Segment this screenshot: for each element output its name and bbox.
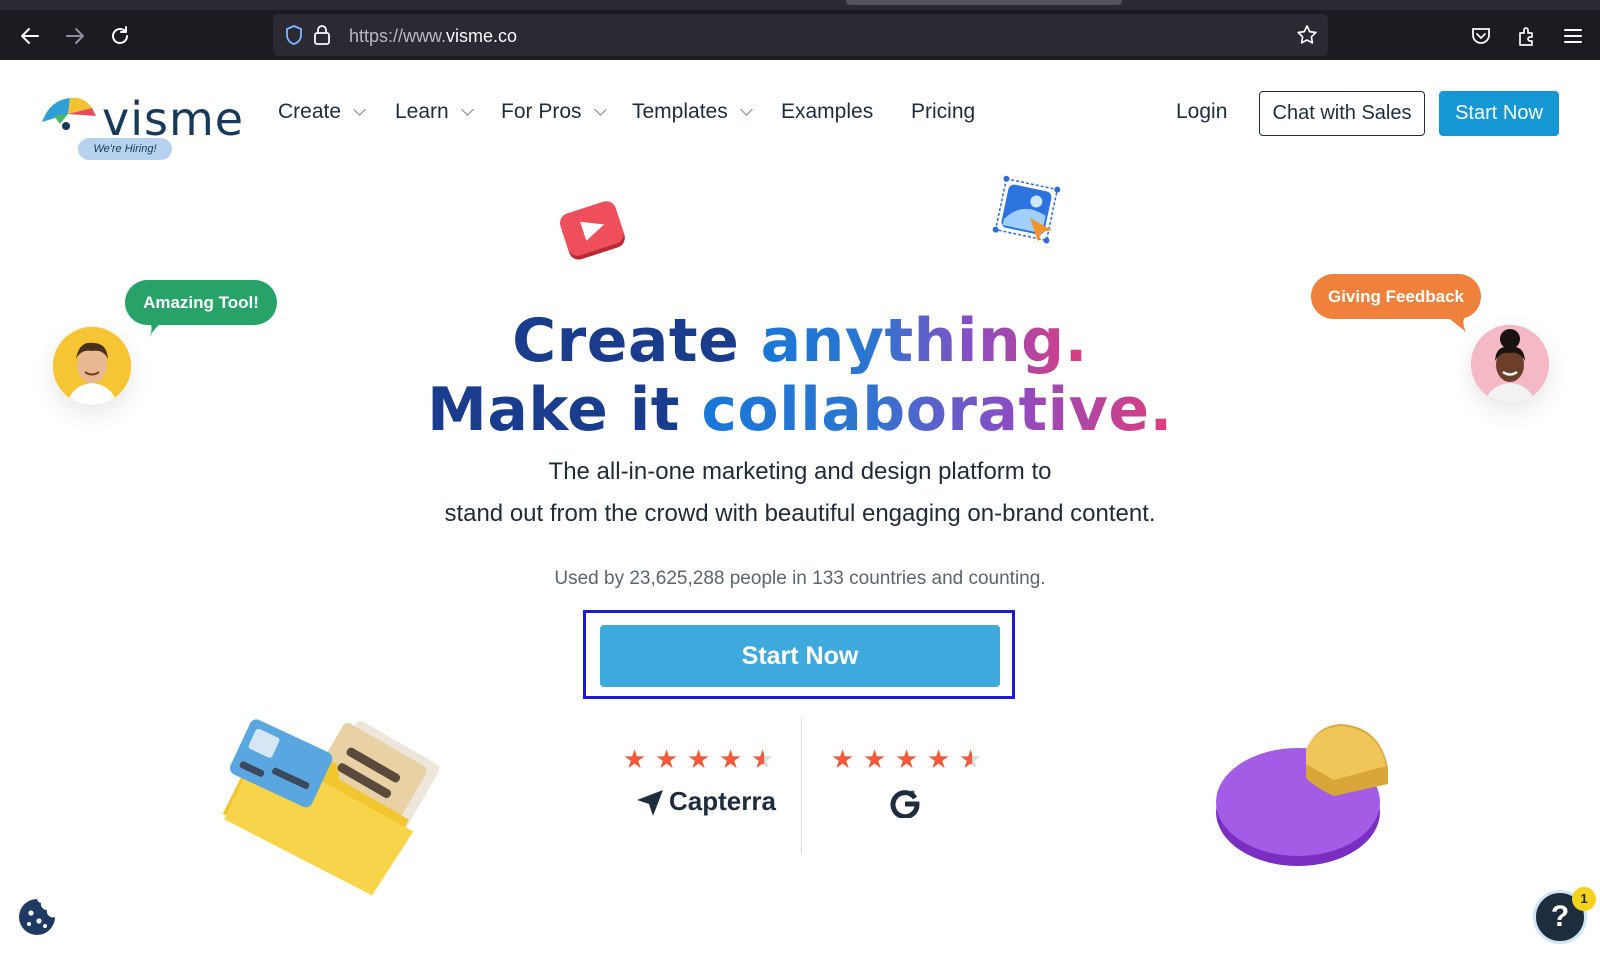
nav-for-pros[interactable]: For Pros — [501, 100, 607, 124]
reload-icon[interactable] — [105, 21, 135, 51]
cookie-settings-icon[interactable] — [17, 897, 57, 937]
pocket-icon[interactable] — [1466, 21, 1496, 51]
hero-subtitle-line1: The all-in-one marketing and design plat… — [548, 458, 1052, 485]
video-play-icon — [560, 201, 625, 260]
lock-icon[interactable] — [313, 24, 331, 51]
login-link[interactable]: Login — [1176, 100, 1227, 124]
url-prefix: https://www. — [349, 26, 447, 46]
pie-chart-icon — [1216, 724, 1388, 866]
image-cursor-icon — [992, 175, 1061, 244]
chevron-down-icon — [353, 103, 366, 116]
nav-examples-label: Examples — [781, 100, 874, 123]
help-notification-badge: 1 — [1572, 887, 1596, 911]
half-star-icon: ★ — [958, 744, 983, 774]
usage-stats: Used by 23,625,288 people in 133 countri… — [554, 568, 1046, 589]
nav-templates[interactable]: Templates — [632, 100, 753, 124]
menu-icon[interactable] — [1558, 21, 1588, 51]
nav-pricing[interactable]: Pricing — [911, 100, 975, 124]
star-icon: ★ — [622, 744, 647, 774]
start-now-nav-button[interactable]: Start Now — [1439, 91, 1559, 136]
svg-text:2: 2 — [910, 789, 915, 799]
star-icon: ★ — [686, 744, 711, 774]
headline-words-make-it: Make it — [427, 375, 680, 445]
star-icon: ★ — [654, 744, 679, 774]
start-now-hero-button[interactable]: Start Now — [600, 625, 1000, 687]
star-icon: ★ — [862, 744, 887, 774]
nav-create-label: Create — [278, 100, 342, 123]
headline-word-anything: anything. — [760, 306, 1088, 376]
shield-icon[interactable] — [284, 24, 304, 51]
star-icon: ★ — [894, 744, 919, 774]
nav-examples[interactable]: Examples — [781, 100, 873, 124]
star-icon: ★ — [830, 744, 855, 774]
url-domain: visme.co — [446, 26, 518, 46]
hero-headline-line2: Make it collaborative. — [0, 375, 1600, 445]
chevron-down-icon — [460, 103, 474, 116]
tab-strip — [0, 0, 1600, 10]
half-star-icon: ★ — [750, 744, 775, 774]
hiring-badge[interactable]: We're Hiring! — [78, 138, 172, 160]
nav-learn-label: Learn — [395, 100, 449, 123]
logo-mark-icon — [42, 97, 96, 130]
address-bar[interactable]: https://www.visme.co — [273, 14, 1328, 56]
hero-headline-line1: Create anything. — [0, 306, 1600, 376]
capterra-arrow-icon — [637, 789, 663, 816]
nav-create[interactable]: Create — [278, 100, 366, 124]
nav-learn[interactable]: Learn — [395, 100, 474, 124]
visme-logo[interactable]: visme We're Hiring! — [40, 92, 243, 162]
nav-pricing-label: Pricing — [911, 100, 976, 123]
nav-templates-label: Templates — [632, 100, 728, 123]
star-icon: ★ — [718, 744, 743, 774]
forward-icon[interactable] — [60, 21, 90, 51]
active-tab-indicator — [846, 0, 1122, 5]
ratings-divider — [801, 718, 802, 854]
browser-toolbar: https://www.visme.co — [0, 0, 1600, 60]
g2-logo[interactable]: 2 — [889, 786, 921, 818]
chat-with-sales-button[interactable]: Chat with Sales — [1259, 91, 1425, 136]
hero-subtitle-line2: stand out from the crowd with beautiful … — [444, 500, 1156, 527]
back-icon[interactable] — [15, 21, 45, 51]
url-text[interactable]: https://www.visme.co — [349, 26, 517, 47]
capterra-logo[interactable]: Capterra — [635, 786, 776, 817]
chevron-down-icon — [739, 103, 753, 116]
folder-documents-icon — [222, 719, 440, 896]
chevron-down-icon — [593, 103, 607, 116]
nav-for-pros-label: For Pros — [501, 100, 582, 123]
headline-word-create: Create — [512, 306, 740, 376]
star-icon: ★ — [926, 744, 951, 774]
g2-rating-stars: ★ ★ ★ ★ ★ — [829, 744, 984, 775]
bookmark-star-icon[interactable] — [1296, 24, 1318, 51]
extensions-icon[interactable] — [1512, 21, 1542, 51]
capterra-rating-stars: ★ ★ ★ ★ ★ — [621, 744, 776, 775]
headline-word-collaborative: collaborative. — [701, 375, 1173, 445]
capterra-label: Capterra — [669, 786, 776, 816]
